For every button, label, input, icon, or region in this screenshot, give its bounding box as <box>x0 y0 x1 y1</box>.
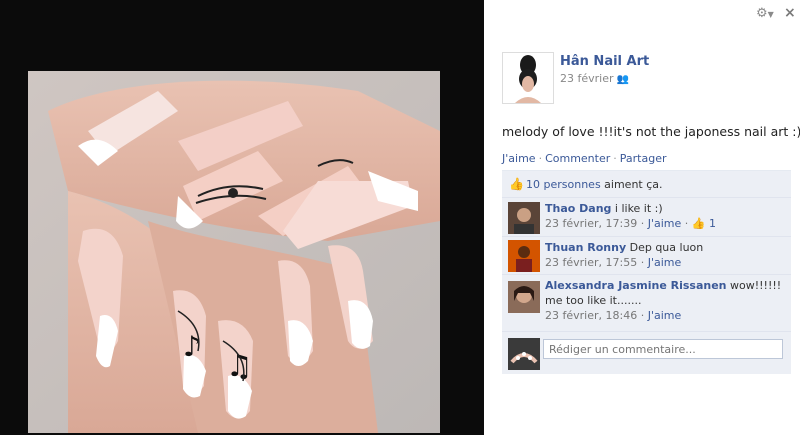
comment-author[interactable]: Alexsandra Jasmine Rissanen <box>545 279 727 292</box>
author-avatar[interactable] <box>502 52 554 104</box>
comment-item: Thao Dang i like it :) 23 février, 17:39… <box>502 198 791 237</box>
comment-item: Thuan Ronny Dep qua luon 23 février, 17:… <box>502 237 791 275</box>
chevron-down-icon: ▼ <box>767 10 774 19</box>
photo-stage: ♪ ♫ <box>0 0 484 435</box>
thumbs-up-icon: 👍 <box>509 177 524 191</box>
comment-time[interactable]: 23 février, 18:46 <box>545 309 637 322</box>
author-name[interactable]: Hân Nail Art <box>560 54 649 69</box>
separator: · <box>538 152 543 165</box>
comment-meta: 23 février, 17:39 · J'aime · 👍 1 <box>545 217 716 230</box>
comment-author[interactable]: Thuan Ronny <box>545 241 626 254</box>
comment-like-link[interactable]: J'aime <box>648 256 682 269</box>
audience-friends-icon[interactable]: 👥 <box>617 74 629 85</box>
commenter-avatar[interactable] <box>508 240 540 272</box>
comment-text: Dep qua luon <box>626 241 704 254</box>
comment-time[interactable]: 23 février, 17:55 <box>545 256 637 269</box>
post-message: melody of love !!!it's not the japoness … <box>502 124 800 139</box>
comment-time[interactable]: 23 février, 17:39 <box>545 217 637 230</box>
commenter-avatar[interactable] <box>508 202 540 234</box>
likers-link[interactable]: 10 personnes <box>526 178 601 191</box>
comment-meta: 23 février, 18:46 · J'aime <box>545 309 682 322</box>
share-action-link[interactable]: Partager <box>620 152 667 165</box>
post-date[interactable]: 23 février 👥 <box>560 72 629 85</box>
thumbs-up-icon: 👍 <box>691 217 706 230</box>
comment-meta: 23 février, 17:55 · J'aime <box>545 256 682 269</box>
feedback-box: 👍 10 personnes aiment ça. Thao Dang i li… <box>502 170 791 374</box>
comment-body: Alexsandra Jasmine Rissanen wow!!!!!! me… <box>545 278 785 323</box>
comment-like-count-text: 1 <box>708 217 716 230</box>
gear-icon[interactable]: ⚙▼ <box>756 6 774 21</box>
comment-action-link[interactable]: Commenter <box>545 152 610 165</box>
close-icon[interactable]: × <box>784 5 796 21</box>
comment-text: i like it :) <box>611 202 663 215</box>
post-panel: ⚙▼ × Hân Nail Art 23 février 👥 melody of … <box>484 0 800 435</box>
svg-text:♫: ♫ <box>226 349 253 384</box>
commenter-avatar[interactable] <box>508 281 540 313</box>
comment-body: Thuan Ronny Dep qua luon 23 février, 17:… <box>545 240 785 270</box>
comment-like-link[interactable]: J'aime <box>648 309 682 322</box>
viewer-avatar <box>508 338 540 370</box>
like-action-link[interactable]: J'aime <box>502 152 536 165</box>
comment-author[interactable]: Thao Dang <box>545 202 611 215</box>
comment-composer <box>502 332 791 374</box>
comment-input[interactable] <box>543 339 783 359</box>
comment-body: Thao Dang i like it :) 23 février, 17:39… <box>545 201 785 231</box>
likes-summary: 👍 10 personnes aiment ça. <box>502 171 791 198</box>
post-date-text: 23 février <box>560 72 614 85</box>
nail-art-image: ♪ ♫ <box>28 71 440 433</box>
post-actions: J'aime · Commenter · Partager <box>502 152 666 165</box>
separator: · <box>613 152 617 165</box>
comment-item: Alexsandra Jasmine Rissanen wow!!!!!! me… <box>502 275 791 332</box>
comment-like-count[interactable]: 👍 1 <box>692 217 716 230</box>
comment-like-link[interactable]: J'aime <box>648 217 682 230</box>
likes-text: 10 personnes aiment ça. <box>526 178 663 191</box>
post-photo[interactable]: ♪ ♫ <box>28 71 440 433</box>
likes-suffix: aiment ça. <box>600 178 663 191</box>
